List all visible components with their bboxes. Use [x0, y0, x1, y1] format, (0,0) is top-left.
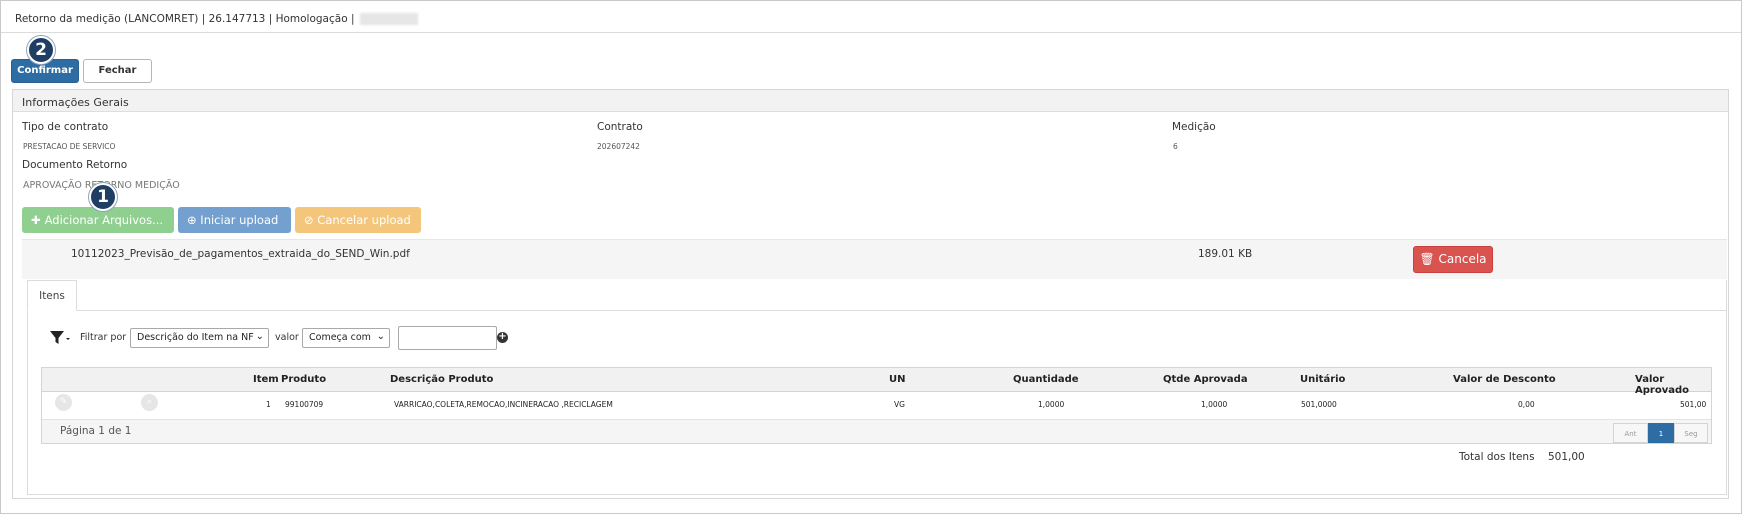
page-info: Página 1 de 1	[60, 425, 132, 437]
add-files-button[interactable]: ✚ Adicionar Arquivos...	[22, 207, 174, 233]
col-item[interactable]: Item	[253, 374, 279, 385]
chevron-down-icon: ⌄	[376, 331, 385, 342]
file-name: 10112023_Previsão_de_pagamentos_extraida…	[71, 248, 410, 260]
close-button[interactable]: Fechar	[83, 59, 152, 83]
filter-field-value: Descrição do Item na NF	[137, 332, 254, 343]
tab-divider	[77, 310, 1727, 311]
measurement-label: Medição	[1172, 121, 1216, 133]
col-valor-desconto[interactable]: Valor de Desconto	[1453, 374, 1556, 385]
col-valor-aprovado[interactable]: Valor Aprovado	[1635, 374, 1711, 396]
upload-circle-icon: ⊕	[187, 213, 201, 227]
total-value: 501,00	[1548, 451, 1585, 463]
contract-type-label: Tipo de contrato	[22, 121, 109, 133]
start-upload-label: Iniciar upload	[200, 213, 279, 227]
plus-icon: ✚	[31, 213, 45, 227]
col-un[interactable]: UN	[889, 374, 906, 385]
file-size: 189.01 KB	[1198, 248, 1253, 260]
cancel-upload-label: Cancelar upload	[317, 213, 411, 227]
step-badge-2: 2	[27, 36, 55, 64]
filter-operator-select[interactable]: Começa com ⌄	[302, 328, 390, 348]
filter-field-select[interactable]: Descrição do Item na NF ⌄	[130, 328, 269, 348]
cell-unitario: 501,0000	[1301, 400, 1337, 409]
contract-type-value: PRESTACAO DE SERVICO	[23, 142, 116, 151]
items-grid: Item Produto Descrição Produto UN Quanti…	[41, 367, 1712, 444]
cancel-upload-button[interactable]: ⊘ Cancelar upload	[295, 207, 421, 233]
cell-qtde-aprovada: 1,0000	[1201, 400, 1228, 409]
contract-label: Contrato	[597, 121, 643, 133]
edit-icon[interactable]: ✎	[55, 394, 72, 411]
cell-valor-aprovado: 501,00	[1680, 400, 1707, 409]
cell-item: 1	[266, 400, 271, 409]
col-unitario[interactable]: Unitário	[1300, 374, 1345, 385]
pager-next[interactable]: Seg	[1674, 423, 1708, 443]
filter-operator-value: Começa com	[309, 332, 371, 343]
measurement-value: 6	[1173, 142, 1178, 151]
return-doc-label: Documento Retorno	[22, 159, 128, 171]
col-descricao[interactable]: Descrição Produto	[390, 374, 493, 385]
general-info-header: Informações Gerais	[13, 90, 1728, 112]
filter-icon[interactable]	[49, 329, 71, 347]
cell-produto: 99100709	[285, 400, 324, 409]
tab-itens[interactable]: Itens	[27, 280, 77, 311]
cell-un: VG	[894, 400, 905, 409]
ban-icon: ⊘	[304, 213, 318, 227]
pager-prev[interactable]: Ant	[1613, 423, 1648, 443]
step-badge-1: 1	[89, 183, 117, 211]
cell-quantidade: 1,0000	[1038, 400, 1065, 409]
col-qtde-aprovada[interactable]: Qtde Aprovada	[1163, 374, 1248, 385]
col-produto[interactable]: Produto	[281, 374, 326, 385]
window-title-bar: Retorno da medição (LANCOMRET) | 26.1477…	[1, 1, 1741, 33]
col-quantidade[interactable]: Quantidade	[1013, 374, 1079, 385]
cell-valor-desconto: 0,00	[1518, 400, 1535, 409]
start-upload-button[interactable]: ⊕ Iniciar upload	[178, 207, 291, 233]
add-filter-icon[interactable]: +	[497, 332, 508, 343]
filter-by-label: Filtrar por	[80, 332, 127, 343]
filter-value-input[interactable]	[398, 326, 497, 350]
trash-icon: 🗑	[1419, 252, 1439, 266]
value-label: valor	[275, 332, 299, 343]
pager-current[interactable]: 1	[1648, 423, 1674, 443]
file-cancel-label: Cancela	[1438, 252, 1487, 266]
total-label: Total dos Itens	[1459, 451, 1535, 463]
contract-value: 202607242	[597, 142, 640, 151]
add-files-label: Adicionar Arquivos...	[44, 213, 164, 227]
grid-header: Item Produto Descrição Produto UN Quanti…	[42, 368, 1711, 396]
window-title: Retorno da medição (LANCOMRET) | 26.1477…	[15, 13, 355, 25]
file-cancel-button[interactable]: 🗑 Cancela	[1413, 246, 1493, 273]
grid-footer: Página 1 de 1 Ant 1 Seg	[42, 419, 1711, 443]
cell-descricao: VARRICAO,COLETA,REMOCAO,INCINERACAO ,REC…	[394, 400, 613, 409]
redacted-user	[359, 13, 418, 25]
search-icon[interactable]: ⌕	[141, 394, 158, 411]
chevron-down-icon: ⌄	[255, 331, 264, 342]
